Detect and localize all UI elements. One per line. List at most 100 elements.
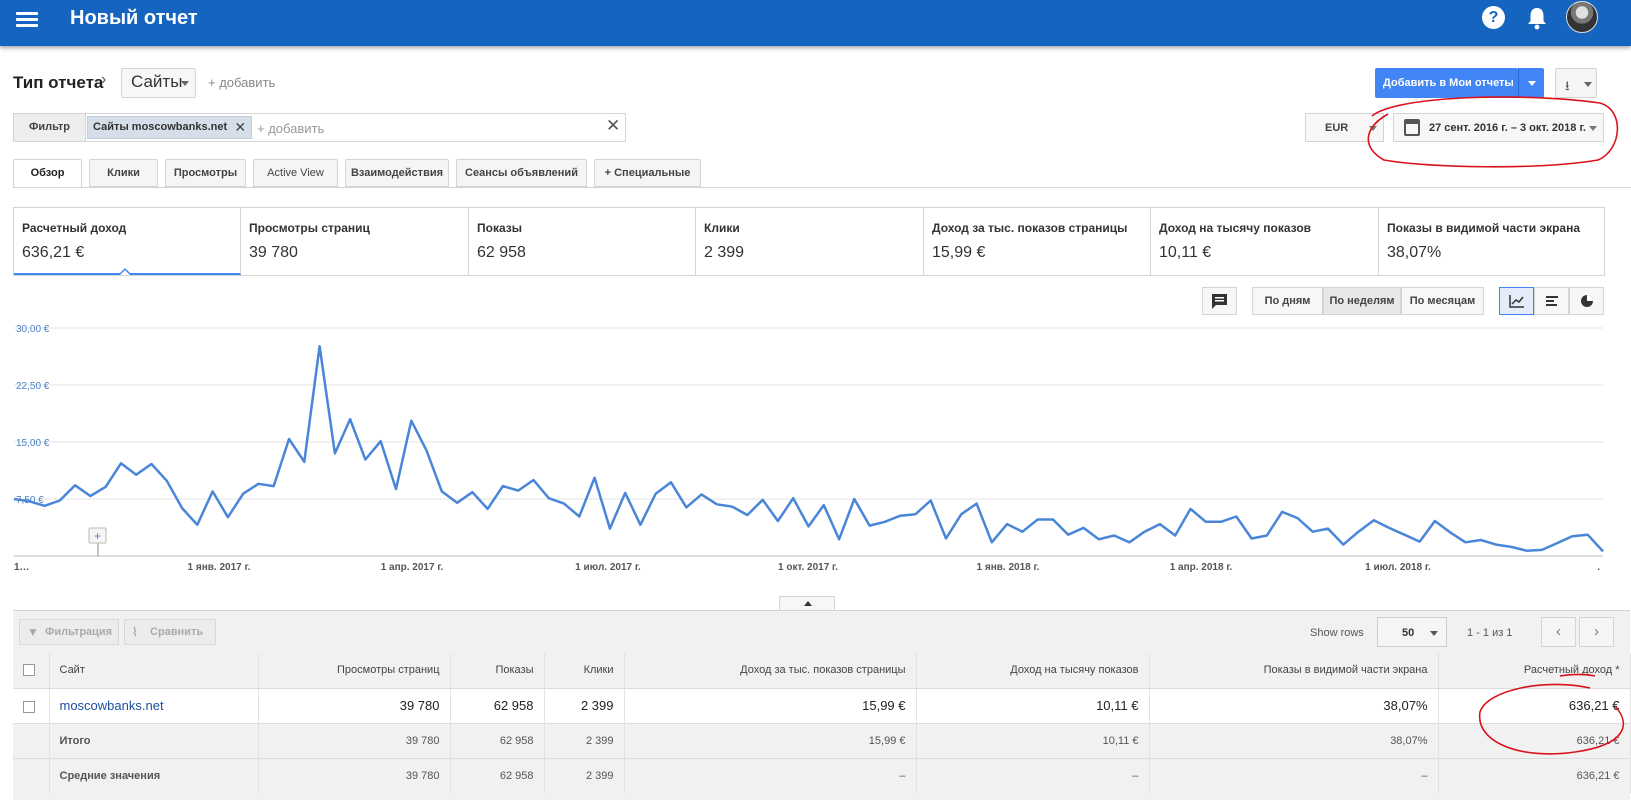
site-link[interactable]: moscowbanks.net — [49, 688, 259, 723]
tab-active-view[interactable]: Active View — [253, 159, 338, 187]
metric-page-views[interactable]: Просмотры страниц 39 780 — [241, 208, 469, 275]
clear-filter-icon[interactable]: ✕ — [606, 116, 620, 136]
pagination-info: 1 - 1 из 1 — [1467, 627, 1513, 639]
metric-clicks[interactable]: Клики 2 399 — [696, 208, 924, 275]
page-title: Новый отчет — [70, 7, 198, 29]
totals-label: Итого — [49, 722, 259, 758]
metric-active-view-viewable[interactable]: Показы в видимой части экрана 38,07% — [1379, 208, 1604, 275]
metric-label: Клики — [704, 221, 740, 235]
line-chart-button[interactable] — [1499, 287, 1534, 315]
compare-button[interactable]: ⌇ Сравнить — [124, 619, 216, 645]
revenue-series-line — [13, 344, 1604, 553]
currency-dropdown[interactable]: EUR — [1305, 113, 1384, 142]
rows-per-page-dropdown[interactable]: 50 — [1377, 617, 1447, 647]
user-avatar[interactable] — [1566, 1, 1598, 33]
annotations-button[interactable] — [1202, 287, 1237, 315]
caret-down-icon — [1584, 82, 1592, 87]
metric-value: 636,21 € — [22, 244, 85, 261]
pie-chart-button[interactable] — [1569, 287, 1604, 315]
tab-interactions[interactable]: Взаимодействия — [345, 159, 449, 187]
averages-page-rpm: – — [624, 757, 917, 793]
cell-page-views: 39 780 — [258, 688, 451, 723]
app-bar: Новый отчет ? — [0, 0, 1631, 46]
plus-icon: + — [604, 167, 612, 179]
caret-down-icon — [181, 81, 189, 86]
column-header-page-rpm[interactable]: Доход за тыс. показов страницы — [624, 653, 917, 689]
add-dimension-link[interactable]: + добавить — [208, 75, 275, 90]
prev-page-button[interactable]: ‹ — [1541, 617, 1576, 647]
column-header-clicks[interactable]: Клики — [544, 653, 625, 689]
metric-page-rpm[interactable]: Доход за тыс. показов страницы 15,99 € — [924, 208, 1151, 275]
report-table-panel: ▼ Фильтрация ⌇ Сравнить Show rows 50 1 -… — [13, 610, 1631, 800]
column-header-estimated-revenue[interactable]: Расчетный доход * — [1438, 653, 1631, 689]
metric-label: Доход на тысячу показов — [1159, 221, 1312, 235]
filter-add-input[interactable]: + добавить — [257, 121, 324, 136]
tab-overview[interactable]: Обзор — [13, 159, 82, 188]
granularity-daily-button[interactable]: По дням — [1252, 287, 1323, 315]
close-icon[interactable]: ✕ — [234, 119, 246, 136]
help-icon[interactable]: ? — [1482, 6, 1505, 29]
pie-chart-icon — [1581, 295, 1593, 307]
column-header-impressions[interactable]: Показы — [450, 653, 545, 689]
show-rows-label: Show rows — [1310, 627, 1364, 639]
bar-chart-icon — [1546, 296, 1558, 306]
row-select-cell — [13, 688, 50, 723]
x-tick-label: 1 янв. 2017 г. — [188, 562, 251, 573]
bar-chart-button[interactable] — [1534, 287, 1569, 315]
x-tick-label: 1 июл. 2018 г. — [1365, 562, 1431, 573]
menu-icon[interactable] — [16, 9, 38, 31]
metric-label: Доход за тыс. показов страницы — [932, 221, 1128, 235]
table-row: moscowbanks.net 39 780 62 958 2 399 15,9… — [13, 688, 1631, 723]
column-header-viewable[interactable]: Показы в видимой части экрана — [1149, 653, 1439, 689]
metric-impression-rpm[interactable]: Доход на тысячу показов 10,11 € — [1151, 208, 1379, 275]
date-range-picker[interactable]: 27 сент. 2016 г. – 3 окт. 2018 г. — [1393, 113, 1604, 142]
x-tick-label: 1 янв. 2018 г. — [977, 562, 1040, 573]
x-tick-label: 1 июл. 2017 г. — [575, 562, 641, 573]
metric-impressions[interactable]: Показы 62 958 — [469, 208, 696, 275]
averages-clicks: 2 399 — [544, 757, 625, 793]
select-all-checkbox[interactable] — [23, 664, 35, 677]
y-tick-label: 15,00 € — [16, 438, 50, 449]
averages-impression-rpm: – — [916, 757, 1150, 793]
granularity-monthly-button[interactable]: По месяцам — [1401, 287, 1484, 315]
totals-spacer — [13, 722, 50, 758]
download-icon: ⭳ — [1565, 78, 1570, 93]
column-header-impression-rpm[interactable]: Доход на тысячу показов — [916, 653, 1150, 689]
table-filter-button[interactable]: ▼ Фильтрация — [19, 619, 119, 645]
metric-label: Показы — [477, 221, 522, 235]
notifications-bell-icon[interactable] — [1525, 5, 1549, 31]
revenue-line-chart: 30,00 €22,50 €15,00 €7,50 €1… 1 янв. 2017… — [13, 324, 1604, 573]
tab-ad-sessions[interactable]: Сеансы объявлений — [456, 159, 587, 187]
caret-down-icon — [1430, 631, 1438, 636]
download-button[interactable]: ⭳ — [1555, 68, 1597, 98]
totals-impressions: 62 958 — [450, 722, 545, 758]
column-header-page-views[interactable]: Просмотры страниц — [258, 653, 451, 689]
x-tick-label: 1 окт. 2017 г. — [778, 562, 838, 573]
report-type-dropdown[interactable]: Сайты — [121, 68, 196, 98]
tabs-divider — [13, 187, 1631, 188]
metric-value: 10,11 € — [1159, 244, 1212, 261]
column-header-site[interactable]: Сайт — [49, 653, 259, 689]
totals-clicks: 2 399 — [544, 722, 625, 758]
totals-viewable: 38,07% — [1149, 722, 1439, 758]
y-tick-label: 22,50 € — [16, 381, 50, 392]
row-checkbox[interactable] — [23, 700, 35, 713]
metric-estimated-revenue[interactable]: Расчетный доход 636,21 € — [14, 208, 241, 275]
tab-views[interactable]: Просмотры — [165, 159, 246, 187]
tab-custom[interactable]: + Специальные — [594, 159, 701, 187]
add-to-my-reports-button[interactable]: Добавить в Мои отчеты — [1375, 68, 1518, 98]
tab-custom-label: Специальные — [614, 167, 691, 179]
filter-chip[interactable]: Сайты moscowbanks.net ✕ — [87, 116, 253, 139]
metric-value: 15,99 € — [932, 244, 986, 261]
cell-viewable: 38,07% — [1149, 688, 1439, 723]
granularity-weekly-button[interactable]: По неделям — [1323, 287, 1401, 315]
calendar-icon — [1404, 119, 1420, 136]
totals-page-rpm: 15,99 € — [624, 722, 917, 758]
tab-clicks[interactable]: Клики — [89, 159, 158, 187]
select-all-cell — [13, 653, 50, 689]
metric-label: Расчетный доход — [22, 221, 127, 235]
averages-viewable: – — [1149, 757, 1439, 793]
next-page-button[interactable]: › — [1579, 617, 1614, 647]
collapse-chart-toggle[interactable] — [779, 596, 835, 610]
add-to-reports-dropdown-button[interactable] — [1518, 68, 1544, 98]
